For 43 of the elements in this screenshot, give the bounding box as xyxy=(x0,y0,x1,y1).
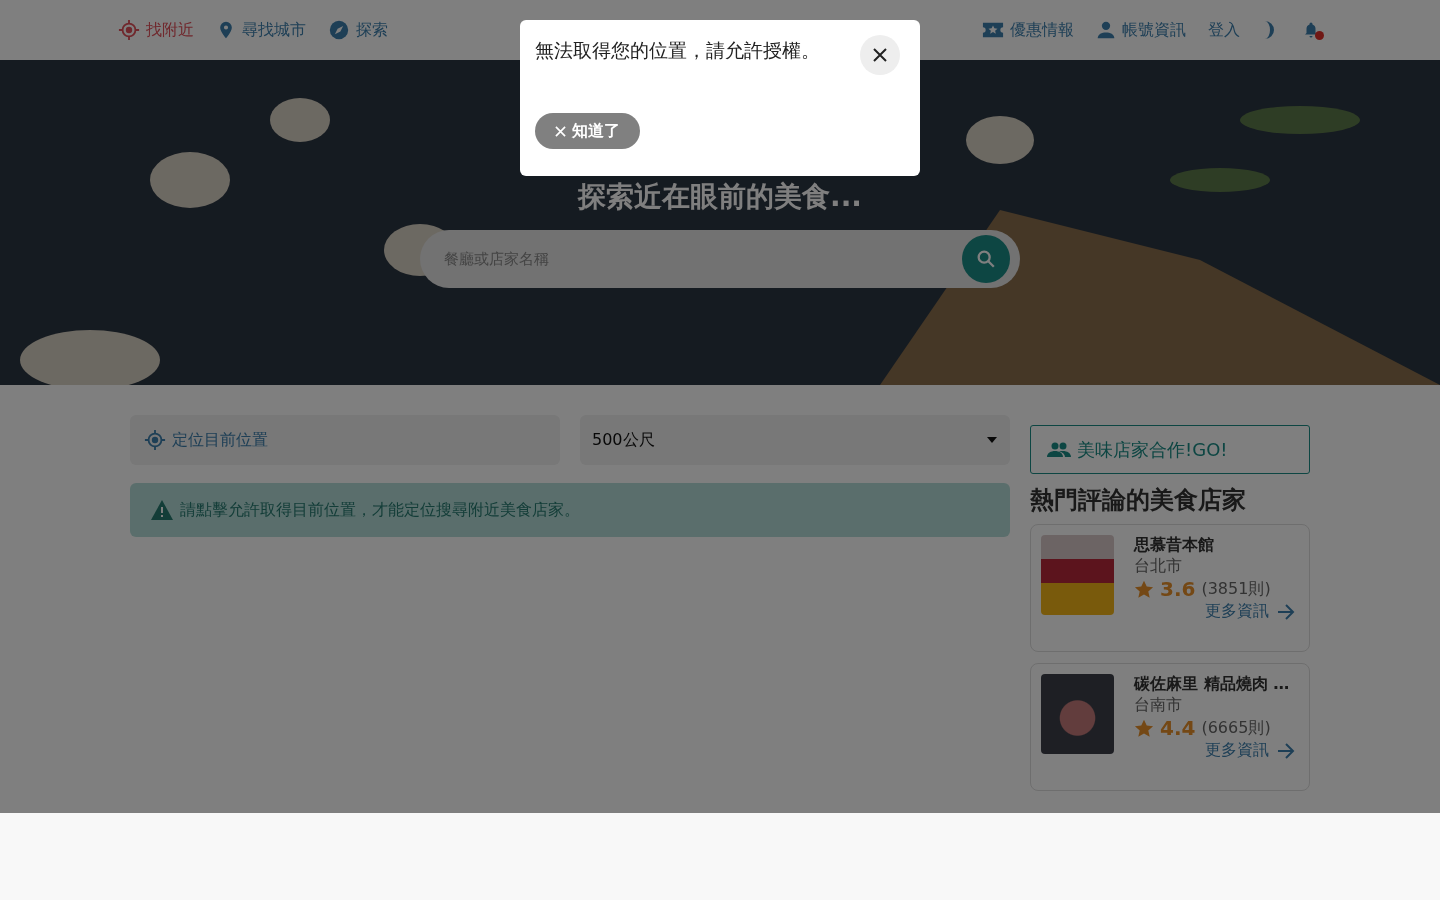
nav-link[interactable]: 探索 xyxy=(328,19,388,41)
people-icon xyxy=(1047,441,1071,458)
star-icon xyxy=(1134,718,1154,738)
restaurant-name: 碳佐麻里 精品燒肉 … xyxy=(1134,674,1291,695)
search-button[interactable] xyxy=(962,235,1010,283)
arrow-right-icon xyxy=(1277,742,1295,759)
caret-icon xyxy=(986,436,998,444)
arrow-right-icon xyxy=(1277,603,1295,620)
hero-title: 探索近在眼前的美食... xyxy=(578,179,862,215)
locate-button[interactable]: 定位目前位置 xyxy=(130,415,560,465)
review-count: (3851則) xyxy=(1201,578,1271,600)
restaurant-card[interactable]: 思慕昔本館 台北市 3.6 (3851則) 更多資訊 xyxy=(1030,524,1310,652)
nav-link[interactable]: 登入 xyxy=(1208,19,1240,41)
person-icon xyxy=(1096,20,1116,40)
review-count: (6665則) xyxy=(1201,717,1271,739)
restaurant-city: 台南市 xyxy=(1134,695,1183,716)
compass-icon xyxy=(328,19,350,41)
close-button[interactable] xyxy=(860,35,900,75)
nav-link[interactable]: 優惠情報 xyxy=(982,19,1074,41)
warning-icon xyxy=(150,499,174,521)
restaurant-name: 思慕昔本館 xyxy=(1134,535,1215,556)
rating-value: 3.6 xyxy=(1160,577,1196,601)
more-info-link[interactable]: 更多資訊 xyxy=(1205,601,1295,622)
rating-value: 4.4 xyxy=(1160,716,1196,740)
nav-link[interactable]: 帳號資訊 xyxy=(1096,19,1186,41)
alert-text: 請點擊允許取得目前位置，才能定位搜尋附近美食店家。 xyxy=(180,499,580,521)
partner-button[interactable]: 美味店家合作!GO! xyxy=(1030,425,1310,474)
restaurant-city: 台北市 xyxy=(1134,556,1183,577)
dialog-message: 無法取得您的位置，請允許授權。 xyxy=(535,38,820,63)
target-icon xyxy=(144,429,166,451)
nav-link[interactable]: 找附近 xyxy=(118,19,194,41)
restaurant-card[interactable]: 碳佐麻里 精品燒肉 … 台南市 4.4 (6665則) 更多資訊 xyxy=(1030,663,1310,791)
ticket-icon xyxy=(982,20,1004,40)
star-icon xyxy=(1134,579,1154,599)
distance-dropdown[interactable]: 500公尺 xyxy=(580,415,1010,465)
close-icon xyxy=(873,48,887,62)
more-info-link[interactable]: 更多資訊 xyxy=(1205,740,1295,761)
dismiss-button[interactable]: 知道了 xyxy=(535,113,640,149)
nav-link[interactable]: 尋找城市 xyxy=(216,19,306,41)
search-icon xyxy=(975,248,997,270)
close-icon xyxy=(555,125,566,137)
crosshair-icon xyxy=(118,19,140,41)
section-heading: 熱門評論的美食店家 xyxy=(1030,485,1247,516)
